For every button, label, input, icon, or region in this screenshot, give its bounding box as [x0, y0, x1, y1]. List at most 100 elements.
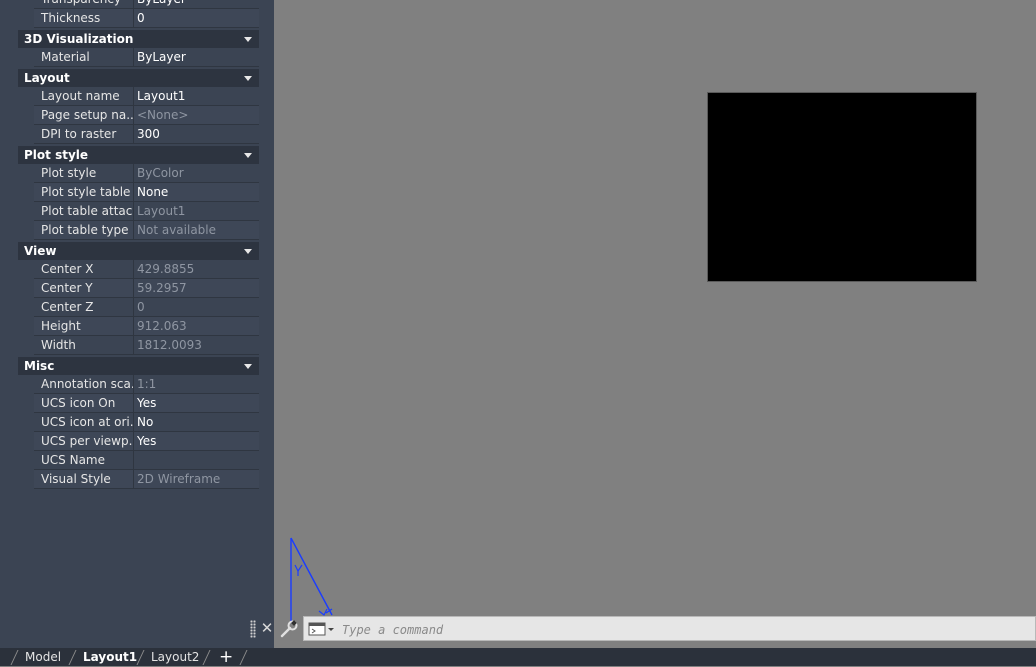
section-title: Plot style	[24, 148, 89, 162]
property-row[interactable]: UCS icon On Yes	[34, 394, 259, 413]
property-value: <None>	[134, 106, 259, 124]
property-value: 59.2957	[134, 279, 259, 297]
section-misc: Misc Annotation sca... 1:1 UCS icon On Yes UC…	[18, 357, 259, 489]
property-row[interactable]: DPI to raster 300	[34, 125, 259, 144]
chevron-down-icon[interactable]	[244, 363, 252, 369]
property-name: Center Y	[34, 279, 134, 297]
property-name: UCS icon at ori...	[34, 413, 134, 431]
property-value[interactable]: Yes	[134, 394, 259, 412]
property-row[interactable]: Center Y 59.2957	[34, 279, 259, 298]
property-row[interactable]: Visual Style 2D Wireframe	[34, 470, 259, 489]
property-value[interactable]: 300	[134, 125, 259, 143]
property-row[interactable]: UCS per viewp... Yes	[34, 432, 259, 451]
property-name: UCS Name	[34, 451, 134, 469]
property-value: ByColor	[134, 164, 259, 182]
ucs-icon	[290, 537, 333, 623]
property-row[interactable]: Page setup na... <None>	[34, 106, 259, 125]
property-name: DPI to raster	[34, 125, 134, 143]
section-rows: Annotation sca... 1:1 UCS icon On Yes UCS ic…	[18, 375, 259, 489]
property-name: Plot style table	[34, 183, 134, 201]
section-header[interactable]: 3D Visualization	[18, 30, 259, 48]
command-input-box[interactable]	[303, 616, 1036, 641]
property-value[interactable]: Layout1	[134, 87, 259, 105]
tab-separator	[239, 650, 248, 665]
property-row[interactable]: Plot style ByColor	[34, 164, 259, 183]
property-row[interactable]: Material ByLayer	[34, 48, 259, 67]
add-layout-button[interactable]: +	[219, 648, 233, 666]
drag-handle[interactable]	[250, 620, 256, 638]
section-title: Misc	[24, 359, 55, 373]
tab-layout1[interactable]: Layout1	[83, 648, 137, 666]
property-row[interactable]: Plot style table None	[34, 183, 259, 202]
section-view: View Center X 429.8855 Center Y 59.2957 Cente…	[18, 242, 259, 355]
section-header[interactable]: View	[18, 242, 259, 260]
chevron-down-icon[interactable]	[244, 152, 252, 158]
wrench-icon[interactable]	[279, 619, 299, 639]
property-row[interactable]: Plot table attac... Layout1	[34, 202, 259, 221]
property-row[interactable]: Center X 429.8855	[34, 260, 259, 279]
property-value: 429.8855	[134, 260, 259, 278]
property-value: Layout1	[134, 202, 259, 220]
property-value: 912.063	[134, 317, 259, 335]
property-name: UCS icon On	[34, 394, 134, 412]
section-rows: Center X 429.8855 Center Y 59.2957 Center Z0…	[18, 260, 259, 355]
property-name: Transparency	[34, 0, 134, 8]
section-header[interactable]: Misc	[18, 357, 259, 375]
close-icon[interactable]: ✕	[260, 618, 274, 638]
section-title: View	[24, 244, 57, 258]
section-rows: Material ByLayer	[18, 48, 259, 67]
property-row[interactable]: Plot table type Not available	[34, 221, 259, 240]
general-section: TransparencyByLayerThickness0	[18, 0, 259, 28]
property-value: 0	[134, 298, 259, 316]
property-value: Not available	[134, 221, 259, 239]
property-name: UCS per viewp...	[34, 432, 134, 450]
property-name: Plot style	[34, 164, 134, 182]
tab-model[interactable]: Model	[25, 648, 61, 666]
property-name: Center X	[34, 260, 134, 278]
property-row[interactable]: TransparencyByLayer	[34, 0, 259, 9]
chevron-down-icon[interactable]	[244, 75, 252, 81]
command-prompt-icon[interactable]	[308, 621, 336, 637]
layout-viewport[interactable]	[707, 92, 977, 282]
tab-layout2[interactable]: Layout2	[151, 648, 199, 666]
property-row[interactable]: Center Z0	[34, 298, 259, 317]
property-value[interactable]: No	[134, 413, 259, 431]
property-value[interactable]: None	[134, 183, 259, 201]
section-plot-style: Plot style Plot style ByColor Plot style ta…	[18, 146, 259, 240]
property-value[interactable]: ByLayer	[134, 0, 259, 8]
property-name: Width	[34, 336, 134, 354]
property-name: Plot table attac...	[34, 202, 134, 220]
section-header[interactable]: Plot style	[18, 146, 259, 164]
chevron-down-icon[interactable]	[244, 248, 252, 254]
property-row[interactable]: Thickness 0	[34, 9, 259, 28]
properties-palette: TransparencyByLayerThickness03D Visualiz…	[0, 0, 274, 648]
chevron-down-icon[interactable]	[244, 36, 252, 42]
command-line: ✕	[246, 616, 1036, 641]
property-row[interactable]: Annotation sca... 1:1	[34, 375, 259, 394]
property-row[interactable]: UCS icon at ori... No	[34, 413, 259, 432]
property-value: 2D Wireframe	[134, 470, 259, 488]
tab-separator	[10, 650, 19, 665]
command-input[interactable]	[340, 619, 1024, 640]
property-name: Thickness	[34, 9, 134, 27]
layout-tabs-bar: Model Layout1 Layout2 +	[0, 648, 1036, 666]
property-row[interactable]: Layout name Layout1	[34, 87, 259, 106]
section-layout: Layout Layout name Layout1 Page setup na...…	[18, 69, 259, 144]
section-title: Layout	[24, 71, 70, 85]
property-row[interactable]: Height 912.063	[34, 317, 259, 336]
tab-separator	[136, 650, 145, 665]
property-row[interactable]: Width 1812.0093	[34, 336, 259, 355]
property-name: Material	[34, 48, 134, 66]
section-header[interactable]: Layout	[18, 69, 259, 87]
property-row[interactable]: UCS Name	[34, 451, 259, 470]
section-title: 3D Visualization	[24, 32, 134, 46]
property-value[interactable]	[134, 451, 259, 469]
property-value: 1812.0093	[134, 336, 259, 354]
property-name: Visual Style	[34, 470, 134, 488]
section-rows: Plot style ByColor Plot style table None Plo…	[18, 164, 259, 240]
section-rows: Layout name Layout1 Page setup na... <None>…	[18, 87, 259, 144]
property-value[interactable]: ByLayer	[134, 48, 259, 66]
property-value[interactable]: 0	[134, 9, 259, 27]
property-value[interactable]: Yes	[134, 432, 259, 450]
property-name: Plot table type	[34, 221, 134, 239]
